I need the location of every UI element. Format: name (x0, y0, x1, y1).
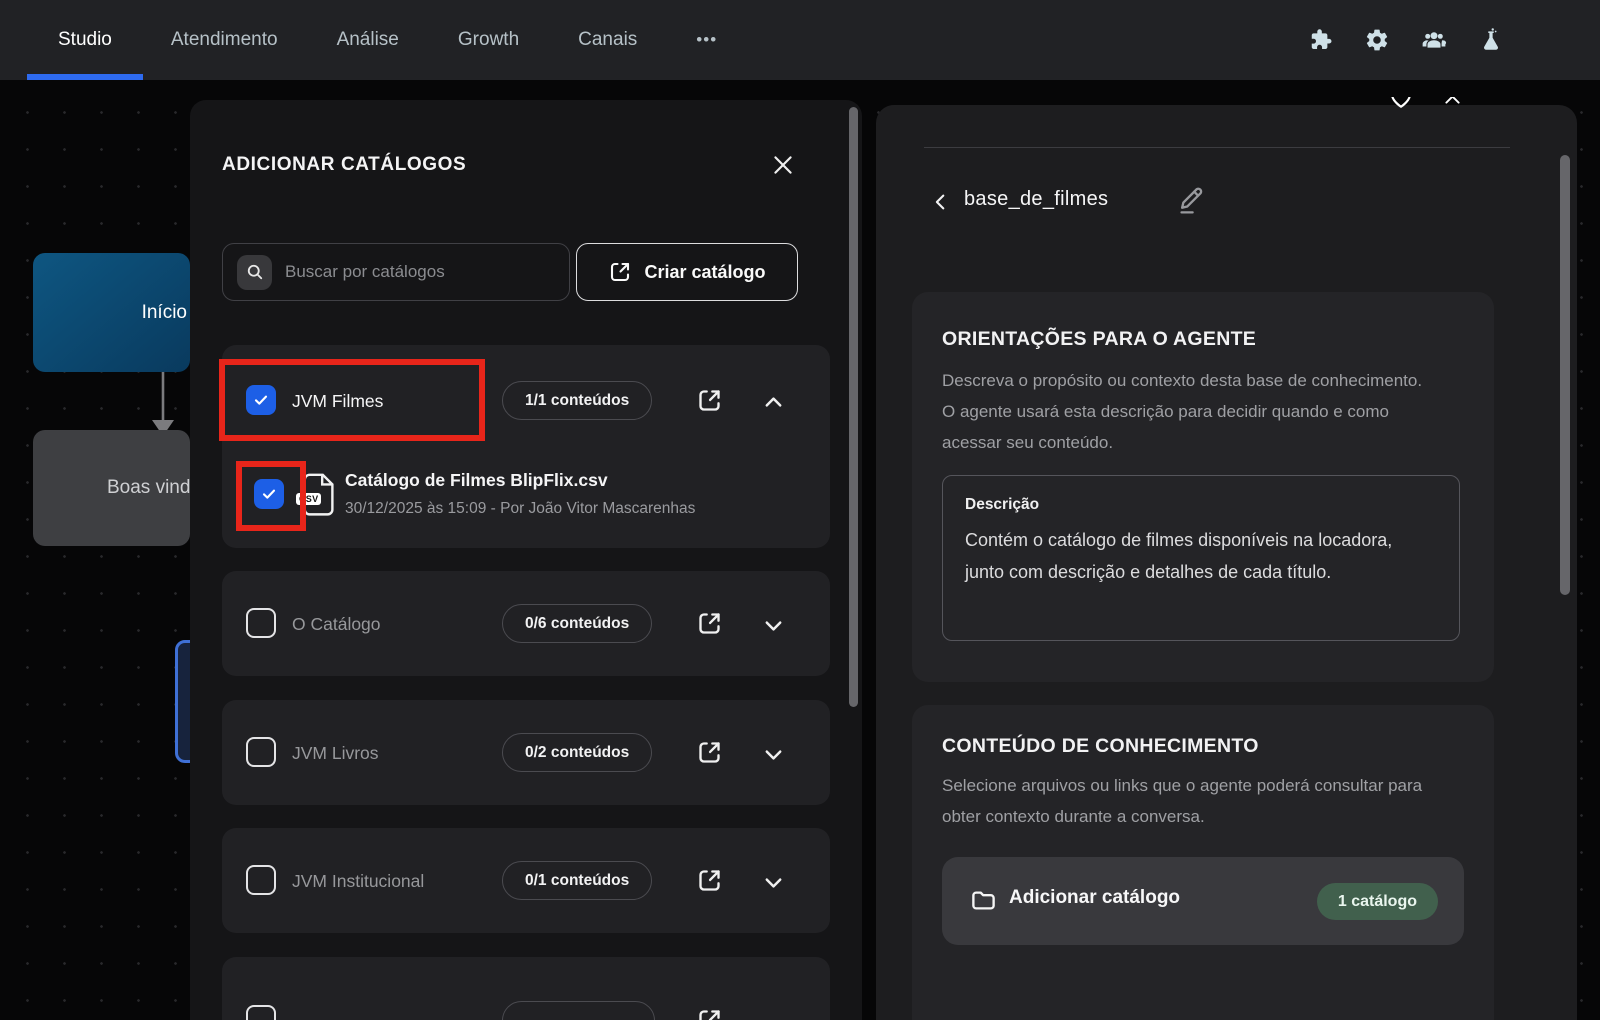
adicionar-catalogo-row[interactable]: Adicionar catálogo 1 catálogo (942, 857, 1464, 945)
tab-canais[interactable]: Canais (578, 0, 637, 80)
orientacoes-heading: ORIENTAÇÕES PARA O AGENTE (942, 328, 1256, 351)
catalogo-count-badge: 1 catálogo (1317, 883, 1438, 920)
open-catalog-external-link-icon[interactable] (696, 1007, 723, 1020)
app-window: Studio Atendimento Análise Growth Canais… (0, 0, 1600, 1020)
flow-block-boas-vindas[interactable]: Boas vindas (33, 430, 190, 546)
nav-tabs: Studio Atendimento Análise Growth Canais… (58, 0, 717, 80)
tab-atendimento[interactable]: Atendimento (171, 0, 278, 80)
settings-gear-icon[interactable] (1364, 27, 1390, 53)
search-icon (237, 255, 272, 290)
catalog-name: JVM Institucional (292, 871, 424, 892)
catalog-count-badge (502, 1001, 655, 1020)
check-icon (253, 392, 269, 408)
adicionar-catalogo-label: Adicionar catálogo (1009, 887, 1180, 909)
nav-more-menu[interactable]: ••• (696, 0, 717, 80)
catalog-count-badge: 0/1 conteúdos (502, 861, 652, 900)
close-icon[interactable] (770, 152, 796, 178)
catalog-checkbox[interactable] (246, 1005, 276, 1020)
catalog-search-field (222, 243, 570, 301)
descricao-text: Contém o catálogo de filmes disponíveis … (965, 524, 1430, 588)
file-title: Catálogo de Filmes BlipFlix.csv (345, 470, 608, 491)
chevron-down-icon[interactable] (762, 614, 785, 637)
open-catalog-external-link-icon[interactable] (696, 387, 723, 414)
chevron-down-icon[interactable] (762, 743, 785, 766)
open-catalog-external-link-icon[interactable] (696, 739, 723, 766)
lab-flask-icon[interactable] (1478, 27, 1504, 53)
catalog-name: O Catálogo (292, 614, 381, 635)
descricao-box[interactable]: Descrição Contém o catálogo de filmes di… (942, 475, 1460, 641)
edit-pencil-icon[interactable] (1176, 181, 1208, 215)
modal-scrollbar[interactable] (849, 107, 858, 707)
catalog-count-badge: 0/6 conteúdos (502, 604, 652, 643)
flow-block-inicio-label: Início (142, 302, 187, 324)
search-input[interactable] (285, 262, 555, 282)
tab-canais-label: Canais (578, 29, 637, 51)
adicionar-catalogos-modal: ADICIONAR CATÁLOGOS Criar catálogo JVM F… (190, 100, 862, 1020)
catalog-card-o-catalogo: O Catálogo 0/6 conteúdos (222, 571, 830, 676)
criar-catalogo-label: Criar catálogo (644, 262, 765, 283)
open-catalog-external-link-icon[interactable] (696, 867, 723, 894)
clipped-title-glyph: g (1216, 97, 1227, 99)
modal-title: ADICIONAR CATÁLOGOS (222, 154, 466, 176)
catalog-checkbox-jvm-institucional[interactable] (246, 865, 276, 895)
conteudo-description: Selecione arquivos ou links que o agente… (942, 771, 1427, 833)
file-checkbox-blipflix-csv[interactable] (254, 479, 284, 509)
panel-clipped-header: g (876, 97, 1577, 123)
favorite-heart-icon[interactable] (1388, 97, 1414, 110)
knowledge-base-panel: base_de_filmes ORIENTAÇÕES PARA O AGENTE… (876, 105, 1577, 1020)
catalog-name: JVM Filmes (292, 391, 383, 412)
flow-block-boas-vindas-label: Boas vindas (107, 477, 190, 499)
back-chevron-icon[interactable] (930, 191, 952, 213)
tab-studio-label: Studio (58, 29, 112, 51)
descricao-label: Descrição (965, 496, 1039, 514)
conteudo-heading: CONTEÚDO DE CONHECIMENTO (942, 735, 1259, 758)
nav-icon-group (1307, 0, 1504, 80)
tab-analise[interactable]: Análise (337, 0, 399, 80)
open-catalog-external-link-icon[interactable] (696, 610, 723, 637)
catalog-name: JVM Livros (292, 743, 379, 764)
chevron-down-icon[interactable] (762, 871, 785, 894)
catalog-card-jvm-livros: JVM Livros 0/2 conteúdos (222, 700, 830, 805)
tab-analise-label: Análise (337, 29, 399, 51)
panel-scrollbar[interactable] (1560, 155, 1570, 595)
panel-close-icon[interactable] (1442, 97, 1463, 107)
catalog-checkbox-jvm-livros[interactable] (246, 737, 276, 767)
top-navbar: Studio Atendimento Análise Growth Canais… (0, 0, 1600, 80)
tab-growth-label: Growth (458, 29, 519, 51)
members-users-icon[interactable] (1421, 27, 1447, 53)
catalog-card-jvm-institucional: JVM Institucional 0/1 conteúdos (222, 828, 830, 933)
criar-catalogo-button[interactable]: Criar catálogo (576, 243, 798, 301)
tab-growth[interactable]: Growth (458, 0, 519, 80)
tab-atendimento-label: Atendimento (171, 29, 278, 51)
orientacoes-description: Descreva o propósito ou contexto desta b… (942, 366, 1427, 459)
more-dots-icon: ••• (696, 30, 717, 50)
conteudo-card: CONTEÚDO DE CONHECIMENTO Selecione arqui… (912, 705, 1494, 1020)
plugins-puzzle-icon[interactable] (1307, 27, 1333, 53)
orientacoes-card: ORIENTAÇÕES PARA O AGENTE Descreva o pro… (912, 292, 1494, 682)
catalog-card-partial (222, 957, 830, 1020)
catalog-card-jvm-filmes: JVM Filmes 1/1 conteúdos CSV Catálogo de… (222, 345, 830, 548)
external-link-icon (608, 260, 632, 284)
catalog-checkbox-jvm-filmes[interactable] (246, 385, 276, 415)
catalog-count-badge: 1/1 conteúdos (502, 381, 652, 420)
tab-studio[interactable]: Studio (58, 0, 112, 80)
folder-icon (970, 887, 997, 914)
csv-tag-label: CSV (296, 493, 321, 505)
panel-divider (924, 147, 1510, 148)
catalog-checkbox-o-catalogo[interactable] (246, 608, 276, 638)
chevron-up-icon[interactable] (762, 391, 785, 414)
knowledge-base-title: base_de_filmes (964, 188, 1108, 211)
file-meta: 30/12/2025 às 15:09 - Por João Vitor Mas… (345, 500, 695, 518)
flow-block-inicio[interactable]: Início (33, 253, 190, 372)
check-icon (261, 486, 277, 502)
csv-file-icon: CSV (300, 473, 336, 515)
catalog-count-badge: 0/2 conteúdos (502, 733, 652, 772)
